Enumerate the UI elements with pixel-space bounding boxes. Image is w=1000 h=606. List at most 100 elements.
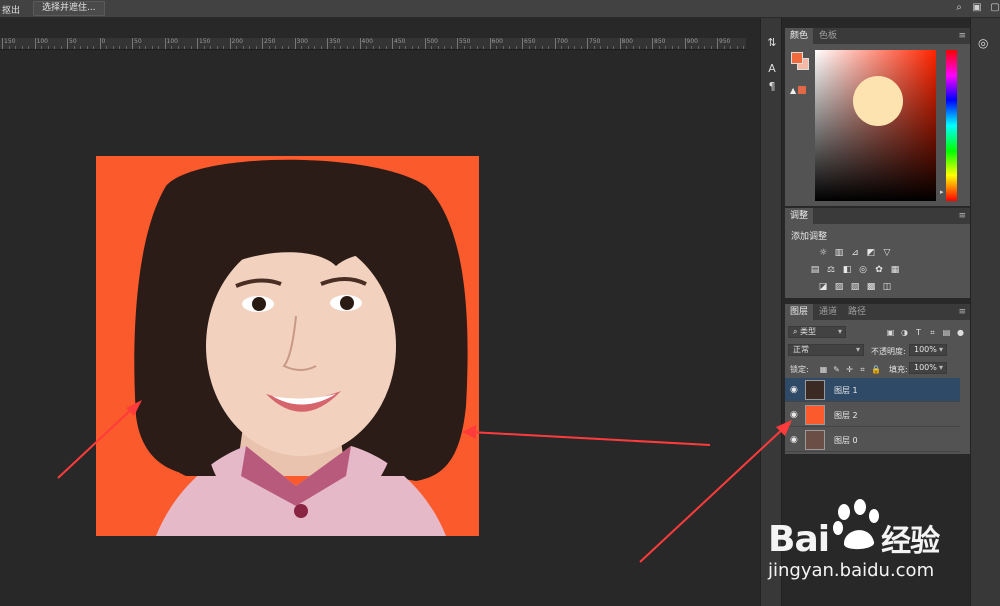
ruler-minor-tick xyxy=(515,46,517,49)
search-icon[interactable]: ⌕ xyxy=(954,2,964,14)
ruler-minor-tick xyxy=(177,46,179,49)
gradient-map-icon[interactable]: ◫ xyxy=(881,282,893,293)
layer-name[interactable]: 图层 2 xyxy=(834,410,858,421)
ruler-minor-tick xyxy=(645,46,647,49)
tab-layers[interactable]: 图层 xyxy=(785,304,814,320)
curves-icon[interactable]: ⊿ xyxy=(849,248,861,259)
ruler-tick-label: 50 xyxy=(132,38,142,49)
brightness-icon[interactable]: ☼ xyxy=(817,248,829,259)
hue-saturation-icon[interactable]: ▤ xyxy=(809,265,821,276)
ruler-tick-label: 100 xyxy=(164,38,178,49)
lock-transparent-icon[interactable]: ▦ xyxy=(819,365,828,375)
levels-icon[interactable]: ▥ xyxy=(833,248,845,259)
ruler-minor-tick xyxy=(528,46,530,49)
ruler-minor-tick xyxy=(255,46,257,49)
filter-toggle-icon[interactable]: ● xyxy=(956,328,965,337)
lock-artboard-icon[interactable]: ⌗ xyxy=(858,365,867,375)
adjustments-panel-tabs: 调整 ≡ xyxy=(785,208,970,224)
layer-row[interactable]: ◉ 图层 2 xyxy=(785,403,960,427)
lock-all-icon[interactable]: 🔒 xyxy=(871,365,881,375)
color-balance-icon[interactable]: ⚖ xyxy=(825,265,837,276)
ruler-minor-tick xyxy=(47,46,49,49)
history-icon[interactable]: ⇅ xyxy=(765,36,779,50)
workspace-icon[interactable]: ▣ xyxy=(972,2,982,14)
lock-position-icon[interactable]: ✛ xyxy=(845,365,854,375)
eye-icon[interactable]: ◉ xyxy=(790,410,798,420)
horizontal-ruler: 150 100 50 0 50 100 150 200 250 300 350 400 450 500 55… xyxy=(0,38,746,50)
type-filter-icon[interactable]: T xyxy=(914,328,923,337)
adjustment-row-2: ▤ ⚖ ◧ ◎ ✿ ▦ xyxy=(809,265,901,276)
document-canvas[interactable] xyxy=(96,156,479,536)
hue-slider[interactable] xyxy=(946,50,957,201)
eye-icon[interactable]: ◉ xyxy=(790,435,798,445)
tab-adjustments[interactable]: 调整 xyxy=(785,208,814,224)
select-and-mask-button[interactable]: 选择并遮住... xyxy=(33,1,105,16)
blend-mode-select[interactable]: 正常 ▾ xyxy=(788,344,864,356)
character-icon[interactable]: A xyxy=(765,62,779,76)
layer-row[interactable]: ◉ 图层 0 xyxy=(785,428,960,452)
ruler-minor-tick xyxy=(405,46,406,49)
ruler-minor-tick xyxy=(548,46,549,49)
threshold-icon[interactable]: ▧ xyxy=(849,282,861,293)
ruler-minor-tick xyxy=(41,46,42,49)
window-icon[interactable]: ▢ xyxy=(990,2,1000,14)
tab-paths[interactable]: 路径 xyxy=(843,304,871,320)
ruler-minor-tick xyxy=(210,46,211,49)
pixel-filter-icon[interactable]: ▣ xyxy=(886,328,895,337)
layer-row[interactable]: ◉ 图层 1 xyxy=(785,378,960,402)
adjustment-filter-icon[interactable]: ◑ xyxy=(900,328,909,337)
panel-menu-icon[interactable]: ≡ xyxy=(958,307,966,317)
opacity-input[interactable]: 100% ▾ xyxy=(909,344,947,356)
ruler-minor-tick xyxy=(567,46,569,49)
ruler-tick-label: 650 xyxy=(521,38,536,49)
ruler-minor-tick xyxy=(333,46,335,49)
ruler-minor-tick xyxy=(119,46,120,49)
ruler-minor-tick xyxy=(242,46,244,49)
color-lookup-icon[interactable]: ▦ xyxy=(889,265,901,276)
color-field[interactable] xyxy=(815,50,936,201)
layer-name[interactable]: 图层 1 xyxy=(834,385,858,396)
ruler-minor-tick xyxy=(158,46,159,49)
posterize-icon[interactable]: ▨ xyxy=(833,282,845,293)
foreground-color-swatch[interactable] xyxy=(791,52,803,64)
shape-filter-icon[interactable]: ⌗ xyxy=(928,328,937,337)
eye-icon[interactable]: ◉ xyxy=(790,385,798,395)
adjustments-panel: 调整 ≡ 添加调整 ☼ ▥ ⊿ ◩ ▽ ▤ ⚖ ◧ ◎ ✿ ▦ ◪ ▨ ▧ ▩ … xyxy=(785,208,970,298)
smart-object-filter-icon[interactable]: ▤ xyxy=(942,328,951,337)
layer-filter-kind-select[interactable]: ⌕ 类型 ▾ xyxy=(788,326,846,338)
ruler-minor-tick xyxy=(301,46,302,49)
fill-input[interactable]: 100% ▾ xyxy=(909,362,947,374)
ruler-tick-label: 50 xyxy=(67,38,77,49)
tab-swatches[interactable]: 色板 xyxy=(814,28,842,44)
libraries-icon[interactable]: ◎ xyxy=(978,36,988,50)
exposure-icon[interactable]: ◩ xyxy=(865,248,877,259)
channel-mixer-icon[interactable]: ✿ xyxy=(873,265,885,276)
panel-menu-icon[interactable]: ≡ xyxy=(958,211,966,221)
ruler-tick-label: 200 xyxy=(229,38,243,49)
fg-bg-swatches[interactable] xyxy=(791,52,809,70)
ruler-minor-tick xyxy=(730,46,731,49)
hue-arrow-icon[interactable]: ▸ xyxy=(940,188,944,196)
gamut-warning-icon[interactable]: ▲ xyxy=(790,86,807,95)
ruler-minor-tick xyxy=(340,46,341,49)
selective-color-icon[interactable]: ▩ xyxy=(865,282,877,293)
ruler-minor-tick xyxy=(600,46,601,49)
tab-color[interactable]: 颜色 xyxy=(785,28,814,44)
ruler-minor-tick xyxy=(145,46,146,49)
invert-icon[interactable]: ◪ xyxy=(817,282,829,293)
ruler-minor-tick xyxy=(307,46,309,49)
photo-filter-icon[interactable]: ◎ xyxy=(857,265,869,276)
layer-name[interactable]: 图层 0 xyxy=(834,435,858,446)
ruler-minor-tick xyxy=(691,46,692,49)
panel-menu-icon[interactable]: ≡ xyxy=(958,31,966,41)
vibrance-icon[interactable]: ▽ xyxy=(881,248,893,259)
lock-pixels-icon[interactable]: ✎ xyxy=(832,365,841,375)
ruler-minor-tick xyxy=(346,46,348,49)
ruler-minor-tick xyxy=(496,46,497,49)
canvas-area[interactable] xyxy=(0,51,760,606)
ruler-minor-tick xyxy=(138,46,140,49)
ruler-tick-label: 150 xyxy=(1,38,16,49)
tab-channels[interactable]: 通道 xyxy=(814,304,842,320)
paragraph-icon[interactable]: ¶ xyxy=(765,80,779,94)
black-white-icon[interactable]: ◧ xyxy=(841,265,853,276)
